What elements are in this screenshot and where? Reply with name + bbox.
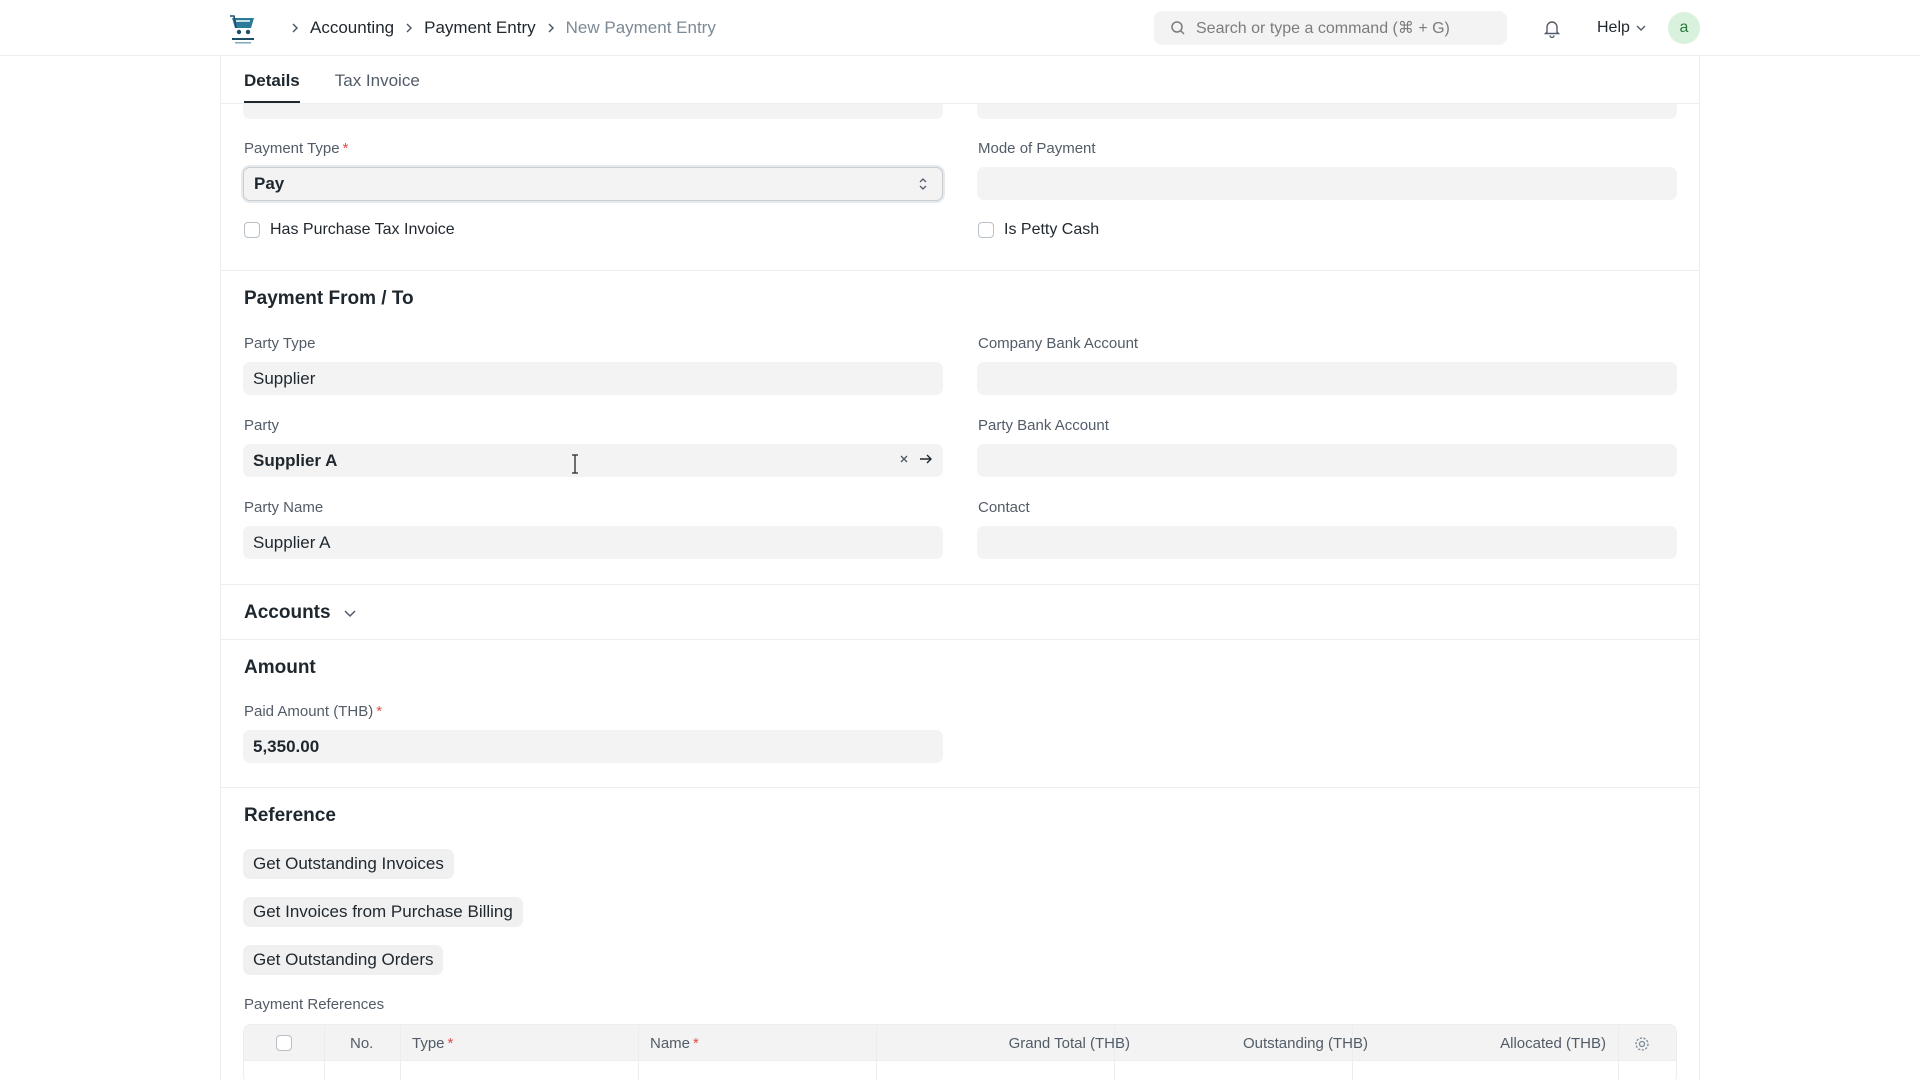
party-bank-account-label: Party Bank Account <box>978 417 1109 434</box>
party-input[interactable]: Supplier A <box>243 444 943 477</box>
get-outstanding-orders-button[interactable]: Get Outstanding Orders <box>243 945 444 975</box>
help-dropdown[interactable]: Help <box>1597 0 1646 56</box>
navbar: Accounting Payment Entry New Payment Ent… <box>0 0 1920 56</box>
party-value: Supplier A <box>253 450 338 470</box>
payment-references-label: Payment References <box>244 996 385 1013</box>
clear-icon[interactable] <box>899 451 909 468</box>
breadcrumb-payment-entry[interactable]: Payment Entry <box>424 18 536 38</box>
chevron-right-icon <box>546 22 556 34</box>
party-label: Party <box>244 417 280 434</box>
has-purchase-tax-invoice-checkbox[interactable] <box>244 222 260 238</box>
amount-title: Amount <box>244 657 316 678</box>
help-label: Help <box>1597 19 1630 36</box>
section-divider <box>221 639 1699 640</box>
is-petty-cash-label: Is Petty Cash <box>1004 221 1100 238</box>
chevron-right-icon <box>404 22 414 34</box>
payment-type-value: Pay <box>254 174 285 193</box>
mode-of-payment-label: Mode of Payment <box>978 140 1096 157</box>
column-type: Type * <box>412 1034 454 1052</box>
party-name-label: Party Name <box>244 499 324 516</box>
search-input[interactable]: Search or type a command (⌘ + G) <box>1154 11 1507 45</box>
breadcrumb-accounting[interactable]: Accounting <box>310 18 394 38</box>
accounts-title: Accounts <box>244 602 331 623</box>
column-divider <box>1114 1025 1115 1080</box>
company-bank-account-input[interactable] <box>977 362 1677 395</box>
column-grand-total: Grand Total (THB) <box>1008 1034 1130 1052</box>
column-divider <box>400 1025 401 1080</box>
payment-type-select[interactable]: Pay <box>243 167 943 201</box>
payment-type-label: Payment Type * <box>244 140 349 157</box>
company-bank-account-label: Company Bank Account <box>978 335 1139 352</box>
paid-amount-input[interactable]: 5,350.00 <box>243 730 943 763</box>
paid-amount-label: Paid Amount (THB) * <box>244 703 383 720</box>
breadcrumb-new-payment-entry: New Payment Entry <box>565 18 716 37</box>
column-divider <box>1618 1025 1619 1080</box>
text-cursor-icon <box>571 454 579 479</box>
party-type-input[interactable]: Supplier <box>243 362 943 395</box>
column-allocated: Allocated (THB) <box>1500 1034 1606 1052</box>
column-divider <box>876 1025 877 1080</box>
party-bank-account-input[interactable] <box>977 444 1677 477</box>
chevron-down-icon <box>1636 24 1646 32</box>
section-divider <box>221 787 1699 788</box>
select-arrows-icon <box>918 176 928 192</box>
column-no: No. <box>350 1034 374 1052</box>
search-placeholder: Search or type a command (⌘ + G) <box>1196 20 1450 37</box>
store-logo-icon[interactable] <box>226 12 260 46</box>
select-all-checkbox[interactable] <box>276 1035 292 1051</box>
search-icon <box>1170 20 1186 36</box>
column-divider <box>324 1025 325 1080</box>
payment-references-table: No. Type * Name * Grand Total (THB) Outsta… <box>243 1024 1677 1080</box>
notification-bell-icon[interactable] <box>1542 18 1562 43</box>
chevron-right-icon <box>290 22 300 34</box>
column-outstanding: Outstanding (THB) <box>1242 1034 1368 1052</box>
mode-of-payment-input[interactable] <box>977 167 1677 200</box>
payment-from-to-title: Payment From / To <box>244 288 414 309</box>
get-invoices-from-purchase-billing-button[interactable]: Get Invoices from Purchase Billing <box>243 897 523 927</box>
accounts-section-toggle[interactable]: Accounts <box>244 602 357 624</box>
avatar[interactable]: a <box>1668 12 1700 44</box>
section-divider <box>221 270 1699 271</box>
column-divider <box>638 1025 639 1080</box>
tab-details[interactable]: Details <box>244 71 300 103</box>
column-settings-icon[interactable] <box>1634 1026 1650 1062</box>
column-divider <box>1352 1025 1353 1080</box>
party-name-input[interactable]: Supplier A <box>243 526 943 559</box>
table-header: No. Type * Name * Grand Total (THB) Outsta… <box>244 1025 1676 1061</box>
tab-tax-invoice[interactable]: Tax Invoice <box>335 71 420 103</box>
chevron-down-icon <box>343 608 357 618</box>
is-petty-cash-checkbox[interactable] <box>978 222 994 238</box>
reference-title: Reference <box>244 805 336 826</box>
contact-input[interactable] <box>977 526 1677 559</box>
get-outstanding-invoices-button[interactable]: Get Outstanding Invoices <box>243 849 454 879</box>
form-page: Details Tax Invoice Payment Type * Pay Mo… <box>220 56 1700 1080</box>
has-purchase-tax-invoice-label: Has Purchase Tax Invoice <box>270 221 455 238</box>
section-divider <box>221 584 1699 585</box>
column-name: Name * <box>650 1034 699 1052</box>
arrow-right-icon[interactable] <box>919 451 933 468</box>
party-type-label: Party Type <box>244 335 316 352</box>
form-tabs: Details Tax Invoice <box>221 56 1699 104</box>
breadcrumb: Accounting Payment Entry New Payment Ent… <box>280 0 716 56</box>
contact-label: Contact <box>978 499 1030 516</box>
